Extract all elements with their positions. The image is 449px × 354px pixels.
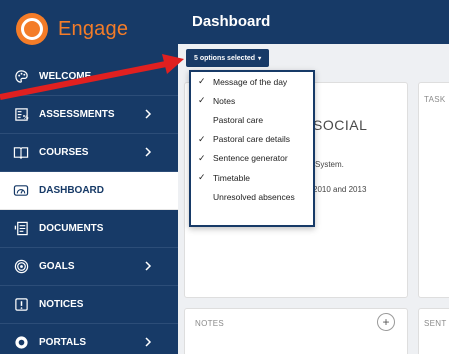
check-icon: ✓ [198, 172, 206, 183]
sidebar-item-goals[interactable]: GOALS [0, 248, 178, 286]
sidebar-item-dashboard[interactable]: DASHBOARD [0, 172, 178, 210]
palette-icon [13, 69, 29, 85]
dropdown-option-notes[interactable]: ✓ Notes [191, 91, 313, 110]
card-header: SENT [424, 319, 447, 328]
card-header: TASK [424, 95, 446, 104]
document-icon [13, 221, 29, 237]
sidebar-item-label: PORTALS [39, 337, 87, 348]
sidebar-item-label: ASSESSMENTS [39, 109, 115, 120]
dropdown-option-pastoral-care-details[interactable]: ✓ Pastoral care details [191, 130, 313, 149]
brand-name: Engage [58, 17, 129, 40]
dropdown-option-pastoral-care[interactable]: Pastoral care [191, 110, 313, 129]
check-icon: ✓ [198, 76, 206, 87]
sidebar-item-label: COURSES [39, 147, 89, 158]
sidebar-item-label: DOCUMENTS [39, 223, 104, 234]
options-selector-label: 5 options selected [194, 54, 256, 62]
dashboard-icon [13, 183, 29, 199]
dropdown-option-label: Pastoral care details [213, 134, 291, 145]
svg-text:%: % [22, 115, 28, 121]
dropdown-option-sentence-generator[interactable]: ✓ Sentence generator [191, 149, 313, 168]
sentence-generator-card: SENT [418, 308, 449, 354]
notice-icon [13, 297, 29, 313]
dropdown-option-label: Message of the day [213, 76, 288, 87]
dropdown-option-unresolved-absences[interactable]: Unresolved absences [191, 187, 313, 206]
page-title: Dashboard [192, 13, 271, 30]
sidebar-item-label: DASHBOARD [39, 185, 104, 196]
grade-icon: % [13, 107, 29, 123]
sidebar-item-label: GOALS [39, 261, 75, 272]
sidebar-item-courses[interactable]: COURSES [0, 134, 178, 172]
card-text-line: System. [315, 160, 344, 169]
sidebar: Engage WELCOME % ASSESSMENTS COURSES DAS… [0, 0, 178, 354]
engage-logo-icon [16, 13, 48, 45]
chevron-right-icon [142, 259, 154, 273]
sidebar-item-label: NOTICES [39, 299, 84, 310]
dropdown-option-label: Unresolved absences [213, 191, 295, 202]
header-bar: Dashboard [178, 0, 449, 44]
caret-down-icon: ▾ [258, 55, 262, 62]
check-icon: ✓ [198, 133, 206, 144]
check-icon: ✓ [198, 95, 206, 106]
dropdown-option-message-of-the-day[interactable]: ✓ Message of the day [191, 72, 313, 91]
card-text-line: 2010 and 2013 [313, 185, 367, 194]
notes-card: NOTES + [184, 308, 408, 354]
sidebar-item-notices[interactable]: NOTICES [0, 286, 178, 324]
tasks-card: TASK [418, 82, 449, 298]
plus-icon: + [382, 315, 390, 329]
sidebar-item-assessments[interactable]: % ASSESSMENTS [0, 96, 178, 134]
add-note-button[interactable]: + [377, 313, 395, 331]
sidebar-item-portals[interactable]: PORTALS [0, 324, 178, 354]
chevron-right-icon [142, 107, 154, 121]
dropdown-option-timetable[interactable]: ✓ Timetable [191, 168, 313, 187]
options-dropdown-menu: ✓ Message of the day ✓ Notes Pastoral ca… [189, 70, 315, 227]
sidebar-item-welcome[interactable]: WELCOME [0, 58, 178, 96]
chevron-right-icon [142, 335, 154, 349]
sidebar-nav: WELCOME % ASSESSMENTS COURSES DASHBOARD … [0, 58, 178, 354]
options-selector-button[interactable]: 5 options selected ▾ [186, 49, 270, 67]
dropdown-option-label: Timetable [213, 172, 251, 183]
card-header: NOTES [195, 319, 225, 328]
sidebar-item-label: WELCOME [39, 71, 92, 82]
target-icon [13, 259, 29, 275]
brand[interactable]: Engage [0, 0, 178, 58]
chevron-right-icon [142, 145, 154, 159]
portal-icon [13, 335, 29, 351]
card-title-text: SOCIAL [313, 117, 368, 133]
sidebar-item-documents[interactable]: DOCUMENTS [0, 210, 178, 248]
dropdown-option-label: Notes [213, 95, 236, 106]
book-icon [13, 145, 29, 161]
dropdown-option-label: Pastoral care [213, 114, 264, 125]
dropdown-option-label: Sentence generator [213, 153, 288, 164]
check-icon: ✓ [198, 152, 206, 163]
